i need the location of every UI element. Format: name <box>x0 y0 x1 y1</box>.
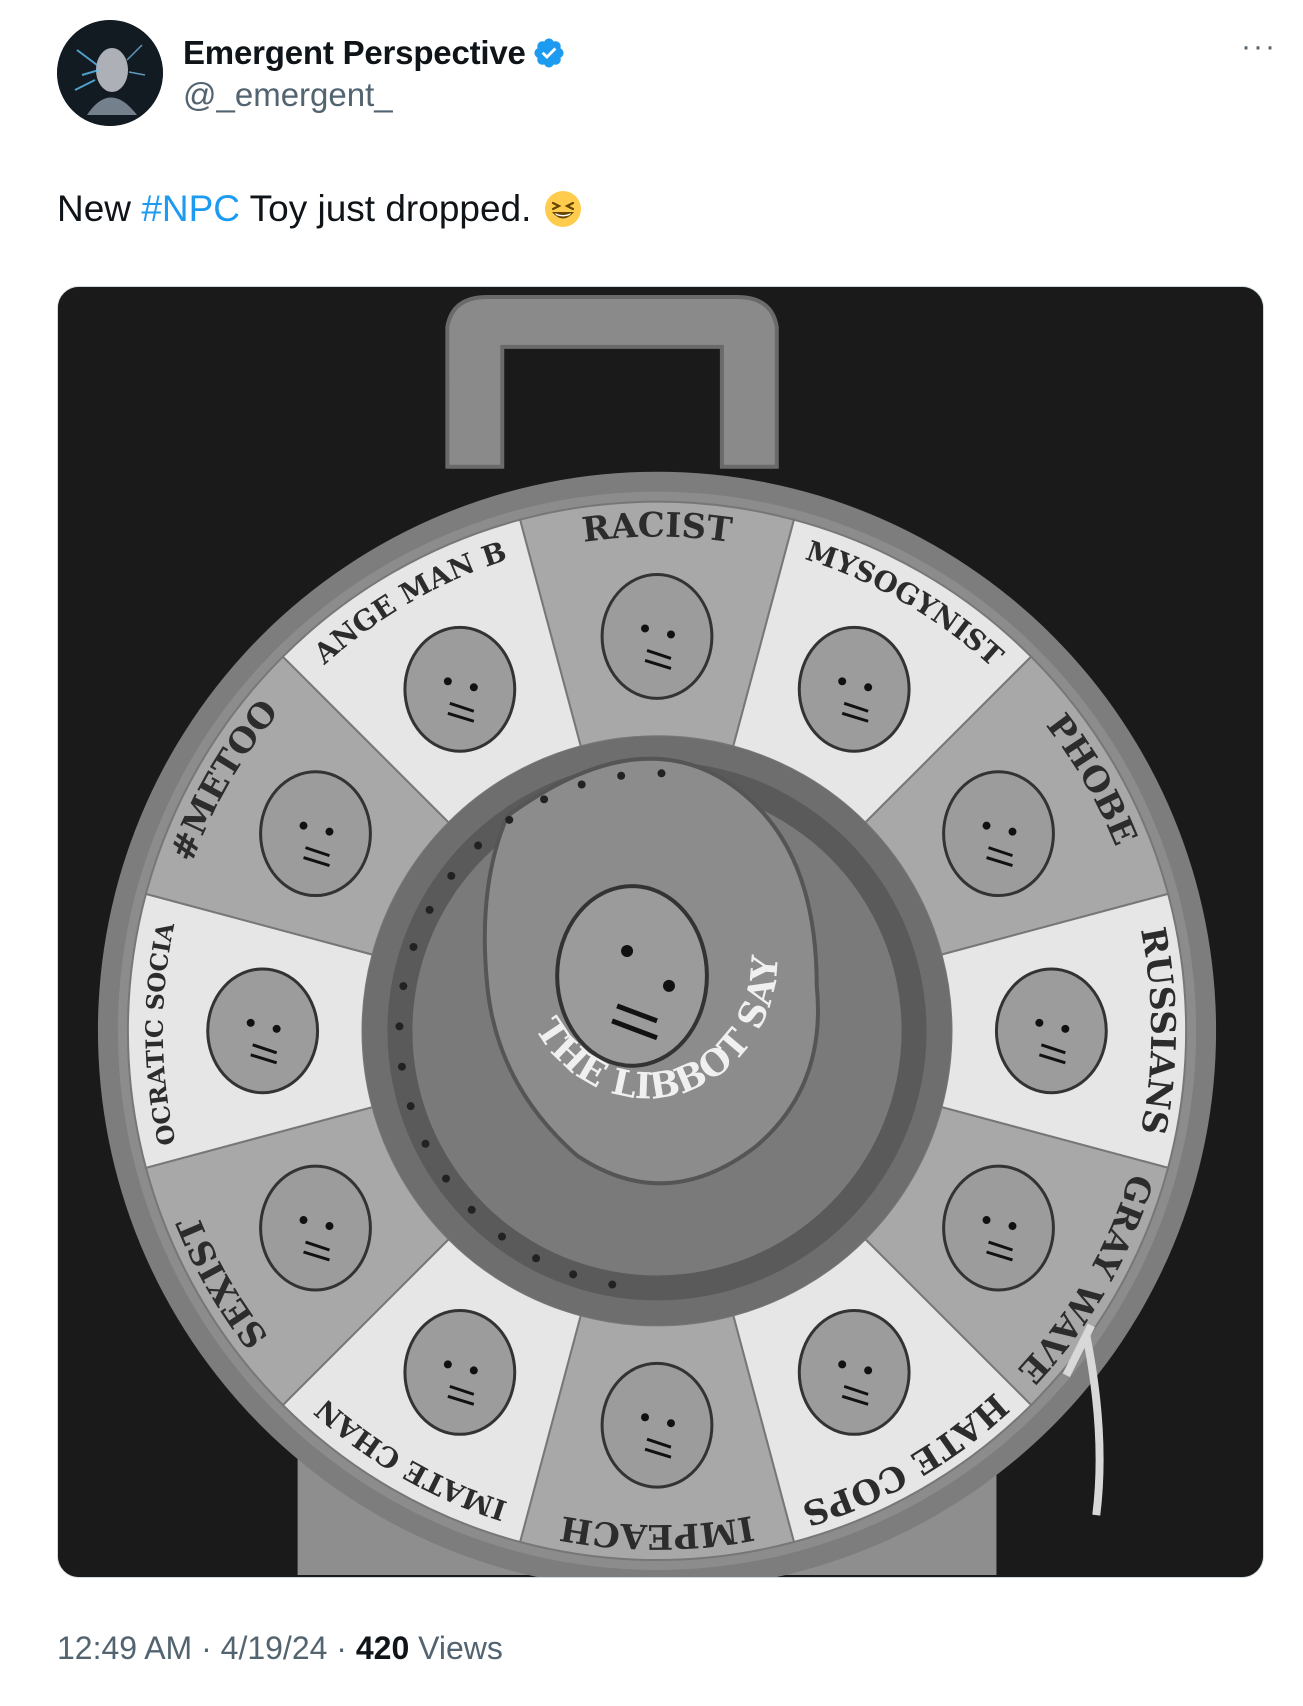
tweet-media-image[interactable]: RACIST MYSOGYNIST PHOBE RUSSIANS GRAY WAVE HA… <box>57 286 1264 1578</box>
peg-hole <box>532 1254 541 1263</box>
peg-hole <box>397 1062 406 1071</box>
peg-hole <box>447 871 456 880</box>
npc-eye-icon <box>299 1216 308 1225</box>
avatar[interactable] <box>57 20 163 126</box>
npc-face-icon <box>942 770 1055 898</box>
verified-badge-icon <box>532 36 566 70</box>
npc-face-icon <box>797 1308 911 1436</box>
peg-hole <box>617 771 626 780</box>
tweet-text-before: New <box>57 188 142 229</box>
npc-face-icon <box>259 1164 372 1292</box>
npc-eye-icon <box>1008 827 1017 836</box>
svg-text:RACIST: RACIST <box>580 505 734 550</box>
npc-face-icon <box>942 1164 1055 1292</box>
grinning-squinting-face-icon <box>543 189 583 229</box>
more-options-icon[interactable]: ··· <box>1241 30 1277 64</box>
tweet-text-after: Toy just dropped. <box>240 188 532 229</box>
peg-hole <box>395 1022 404 1031</box>
peg-hole <box>442 1174 451 1183</box>
peg-hole <box>608 1280 617 1289</box>
tweet-meta: 12:49 AM · 4/19/24 · 420 Views <box>57 1630 503 1667</box>
peg-hole <box>399 982 408 991</box>
npc-eye-icon <box>272 1024 281 1033</box>
views-label: Views <box>409 1630 503 1666</box>
npc-eye-icon <box>1035 1018 1044 1027</box>
peg-hole <box>467 1205 476 1214</box>
wheel-label: RACIST <box>580 505 734 550</box>
meta-separator: · <box>192 1630 221 1666</box>
tweet-date-link[interactable]: 4/19/24 <box>221 1630 328 1667</box>
npc-eye-icon <box>641 624 650 633</box>
npc-eye-icon <box>864 683 873 692</box>
npc-eye-icon <box>666 1419 675 1428</box>
npc-eye-icon <box>325 827 334 836</box>
meta-separator-2: · <box>327 1630 356 1666</box>
peg-hole <box>505 815 514 824</box>
npc-eye-icon <box>1008 1222 1017 1231</box>
avatar-image-icon <box>57 20 163 126</box>
npc-eye-icon <box>443 1360 452 1369</box>
author-name-row: Emergent Perspective <box>183 34 566 72</box>
npc-eye-icon <box>641 1413 650 1422</box>
npc-face-icon <box>403 625 517 753</box>
npc-eye-icon <box>299 821 308 830</box>
npc-eye-icon <box>246 1018 255 1027</box>
npc-face-icon <box>994 967 1108 1095</box>
npc-face-icon <box>600 573 714 700</box>
peg-hole <box>498 1232 506 1241</box>
peg-hole <box>540 795 549 804</box>
peg-hole <box>474 841 483 850</box>
peg-hole <box>425 905 434 914</box>
npc-face-icon <box>797 625 911 753</box>
npc-eye-icon <box>838 677 847 686</box>
author-display-name[interactable]: Emergent Perspective <box>183 34 526 72</box>
peg-hole <box>569 1270 578 1279</box>
npc-face-icon <box>600 1361 714 1489</box>
npc-face-icon <box>259 770 372 898</box>
peg-hole <box>657 769 666 778</box>
npc-eye-icon <box>838 1360 847 1369</box>
npc-spinner-toy-image-icon: RACISTMYSOGYNISTPHOBERUSSIANSGRAY WAVEHA… <box>58 287 1263 1577</box>
npc-eye-icon <box>469 683 478 692</box>
npc-eye-icon <box>864 1366 873 1375</box>
peg-hole <box>406 1102 415 1111</box>
npc-eye-icon <box>443 677 452 686</box>
peg-hole <box>577 780 586 789</box>
peg-hole <box>421 1139 430 1148</box>
tweet-header: Emergent Perspective @_emergent_ ··· <box>57 20 1275 130</box>
npc-face-icon <box>403 1308 517 1436</box>
tweet-text: New #NPC Toy just dropped. <box>57 185 583 233</box>
npc-eye-icon <box>982 821 991 830</box>
views-count: 420 <box>355 1630 410 1666</box>
peg-hole <box>409 942 418 951</box>
npc-eye-icon <box>325 1222 334 1231</box>
author-handle[interactable]: @_emergent_ <box>183 76 393 114</box>
npc-eye-icon <box>666 630 675 639</box>
tweet-time-link[interactable]: 12:49 AM <box>57 1630 192 1667</box>
hashtag-link[interactable]: #NPC <box>141 185 240 233</box>
npc-face-icon <box>206 967 320 1095</box>
npc-eye-icon <box>1061 1024 1070 1033</box>
npc-eye-icon <box>982 1216 991 1225</box>
npc-eye-icon <box>469 1366 478 1375</box>
